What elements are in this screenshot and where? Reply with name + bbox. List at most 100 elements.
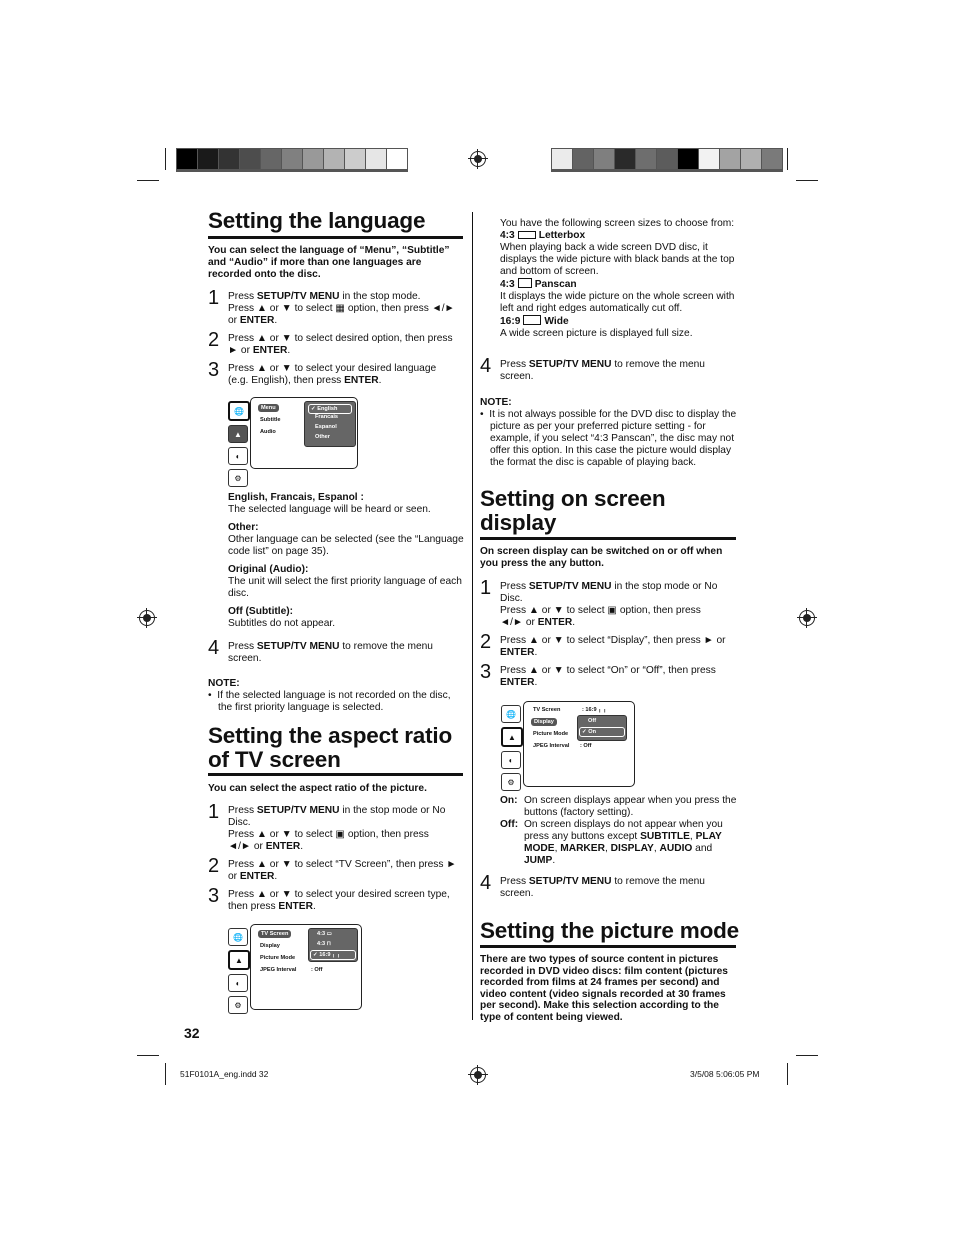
language-globe-icon: 🌐 [501,705,521,723]
settings-icon: ⚙ [228,469,248,487]
language-definitions: English, Francais, Espanol : The selected… [228,492,468,630]
picture-icon: ▲ [228,950,250,970]
color-swatch [324,149,344,169]
jpeg-interval-value: : Off [311,967,323,973]
option-off: Off [588,718,597,724]
on-off-definitions: On: On screen displays appear when you pr… [500,795,740,867]
language-intro: You can select the language of “Menu”, “… [208,245,450,280]
display-options: Off ✓ On [577,715,627,741]
menu-item-jpeg-interval: JPEG Interval [533,743,570,749]
settings-icon: ⚙ [501,773,521,791]
osd-step-1: 1 Press SETUP/TV MENU in the stop mode o… [480,577,718,628]
color-swatch [762,149,782,169]
color-swatch [615,149,635,169]
color-swatch [261,149,281,169]
color-swatch [552,149,572,169]
screen-type-wide: 16:9 Wide [500,315,569,327]
definition-on: On: On screen displays appear when you pr… [500,795,737,818]
crop-mark [796,1055,818,1056]
title-rule [208,773,463,776]
osd-step-3: 3 Press ▲ or ▼ to select “On” or “Off”, … [480,661,716,688]
color-calibration-bar-right [551,148,783,172]
color-swatch [177,149,197,169]
aspect-note: NOTE: • It is not always possible for th… [480,397,737,468]
color-calibration-bar-left [176,148,408,172]
language-note: NOTE: • If the selected language is not … [208,678,451,713]
section-title-on-screen-display: Setting on screen display [480,486,666,535]
color-swatch [387,149,407,169]
footer-timestamp: 3/5/08 5:06:05 PM [690,1069,760,1079]
crop-mark [137,1055,159,1056]
crop-mark [796,180,818,181]
panscan-icon [517,278,532,288]
color-swatch [741,149,761,169]
osd-step-4: 4 Press SETUP/TV MENU to remove the menu… [480,872,705,899]
menu-item-tv-screen: TV Screen [533,707,561,713]
color-swatch [198,149,218,169]
registration-mark-icon [468,149,488,169]
crop-mark [165,1063,166,1085]
page-number: 32 [184,1025,200,1041]
jpeg-interval-value: : Off [580,743,592,749]
language-step-1: 1 Press SETUP/TV MENU in the stop mode. P… [208,287,455,326]
menu-item-jpeg-interval: JPEG Interval [260,967,297,973]
color-swatch [657,149,677,169]
option-francais: Francais [315,414,339,420]
definition: English, Francais, Espanol : The selected… [228,492,431,515]
audio-icon: ◐ [228,974,248,992]
language-globe-icon: 🌐 [228,401,250,421]
osd-intro: On screen display can be switched on or … [480,546,723,569]
screen-type-panscan: 4:3 Panscan [500,278,577,290]
color-swatch [240,149,260,169]
picture-mode-intro: There are two types of source content in… [480,954,728,1023]
footer-filename: 51F0101A_eng.indd 32 [180,1069,269,1079]
language-step-4: 4 Press SETUP/TV MENU to remove the menu… [208,637,433,664]
aspect-step-1: 1 Press SETUP/TV MENU in the stop mode o… [208,801,446,852]
color-swatch [720,149,740,169]
definition: Original (Audio): The unit will select th… [228,564,462,599]
color-swatch [303,149,323,169]
color-swatch [219,149,239,169]
audio-icon: ◐ [501,751,521,769]
menu-item-menu: Menu [258,404,279,412]
option-4-3-panscan: 4:3 ⊓ [317,941,332,947]
option-espanol: Espanol [315,424,337,430]
language-step-2: 2 Press ▲ or ▼ to select desired option,… [208,329,453,356]
crop-mark [165,148,166,170]
picture-icon: ▲ [501,727,523,747]
menu-item-display: Display [531,718,557,726]
aspect-step-3: 3 Press ▲ or ▼ to select your desired sc… [208,885,450,912]
menu-item-tv-screen: TV Screen [258,930,292,938]
option-16-9-wide: ✓ 16:9 ╷ ╷ [310,950,356,960]
option-4-3-letterbox: 4:3 ▭ [317,931,332,937]
definition: Other: Other language can be selected (se… [228,522,464,557]
audio-icon: ◐ [228,447,248,465]
settings-icon: ⚙ [228,996,248,1014]
definition: Off (Subtitle): Subtitles do not appear. [228,606,336,629]
language-options-list: ✓ English Francais Espanol Other [304,401,356,447]
registration-mark-icon [468,1065,488,1085]
color-swatch [345,149,365,169]
screen-type-options: 4:3 ▭ 4:3 ⊓ ✓ 16:9 ╷ ╷ [308,928,358,962]
color-swatch [636,149,656,169]
title-rule [480,537,736,540]
section-title-language: Setting the language [208,208,426,233]
section-title-aspect-ratio: Setting the aspect ratio of TV screen [208,723,452,772]
color-swatch [366,149,386,169]
menu-item-picture-mode: Picture Mode [260,955,296,961]
menu-item-picture-mode: Picture Mode [533,731,569,737]
aspect-step-2: 2 Press ▲ or ▼ to select “TV Screen”, th… [208,855,457,882]
registration-mark-icon [797,608,817,628]
osd-step-2: 2 Press ▲ or ▼ to select “Display”, then… [480,631,726,658]
title-rule [208,236,463,239]
crop-mark [787,1063,788,1085]
color-swatch [573,149,593,169]
menu-item-audio: Audio [260,429,276,435]
registration-mark-icon [137,608,157,628]
title-rule [480,945,736,948]
wide-icon [523,315,542,325]
color-swatch [678,149,698,169]
crop-mark [137,180,159,181]
picture-icon: ▲ [228,425,248,443]
language-globe-icon: 🌐 [228,928,248,946]
